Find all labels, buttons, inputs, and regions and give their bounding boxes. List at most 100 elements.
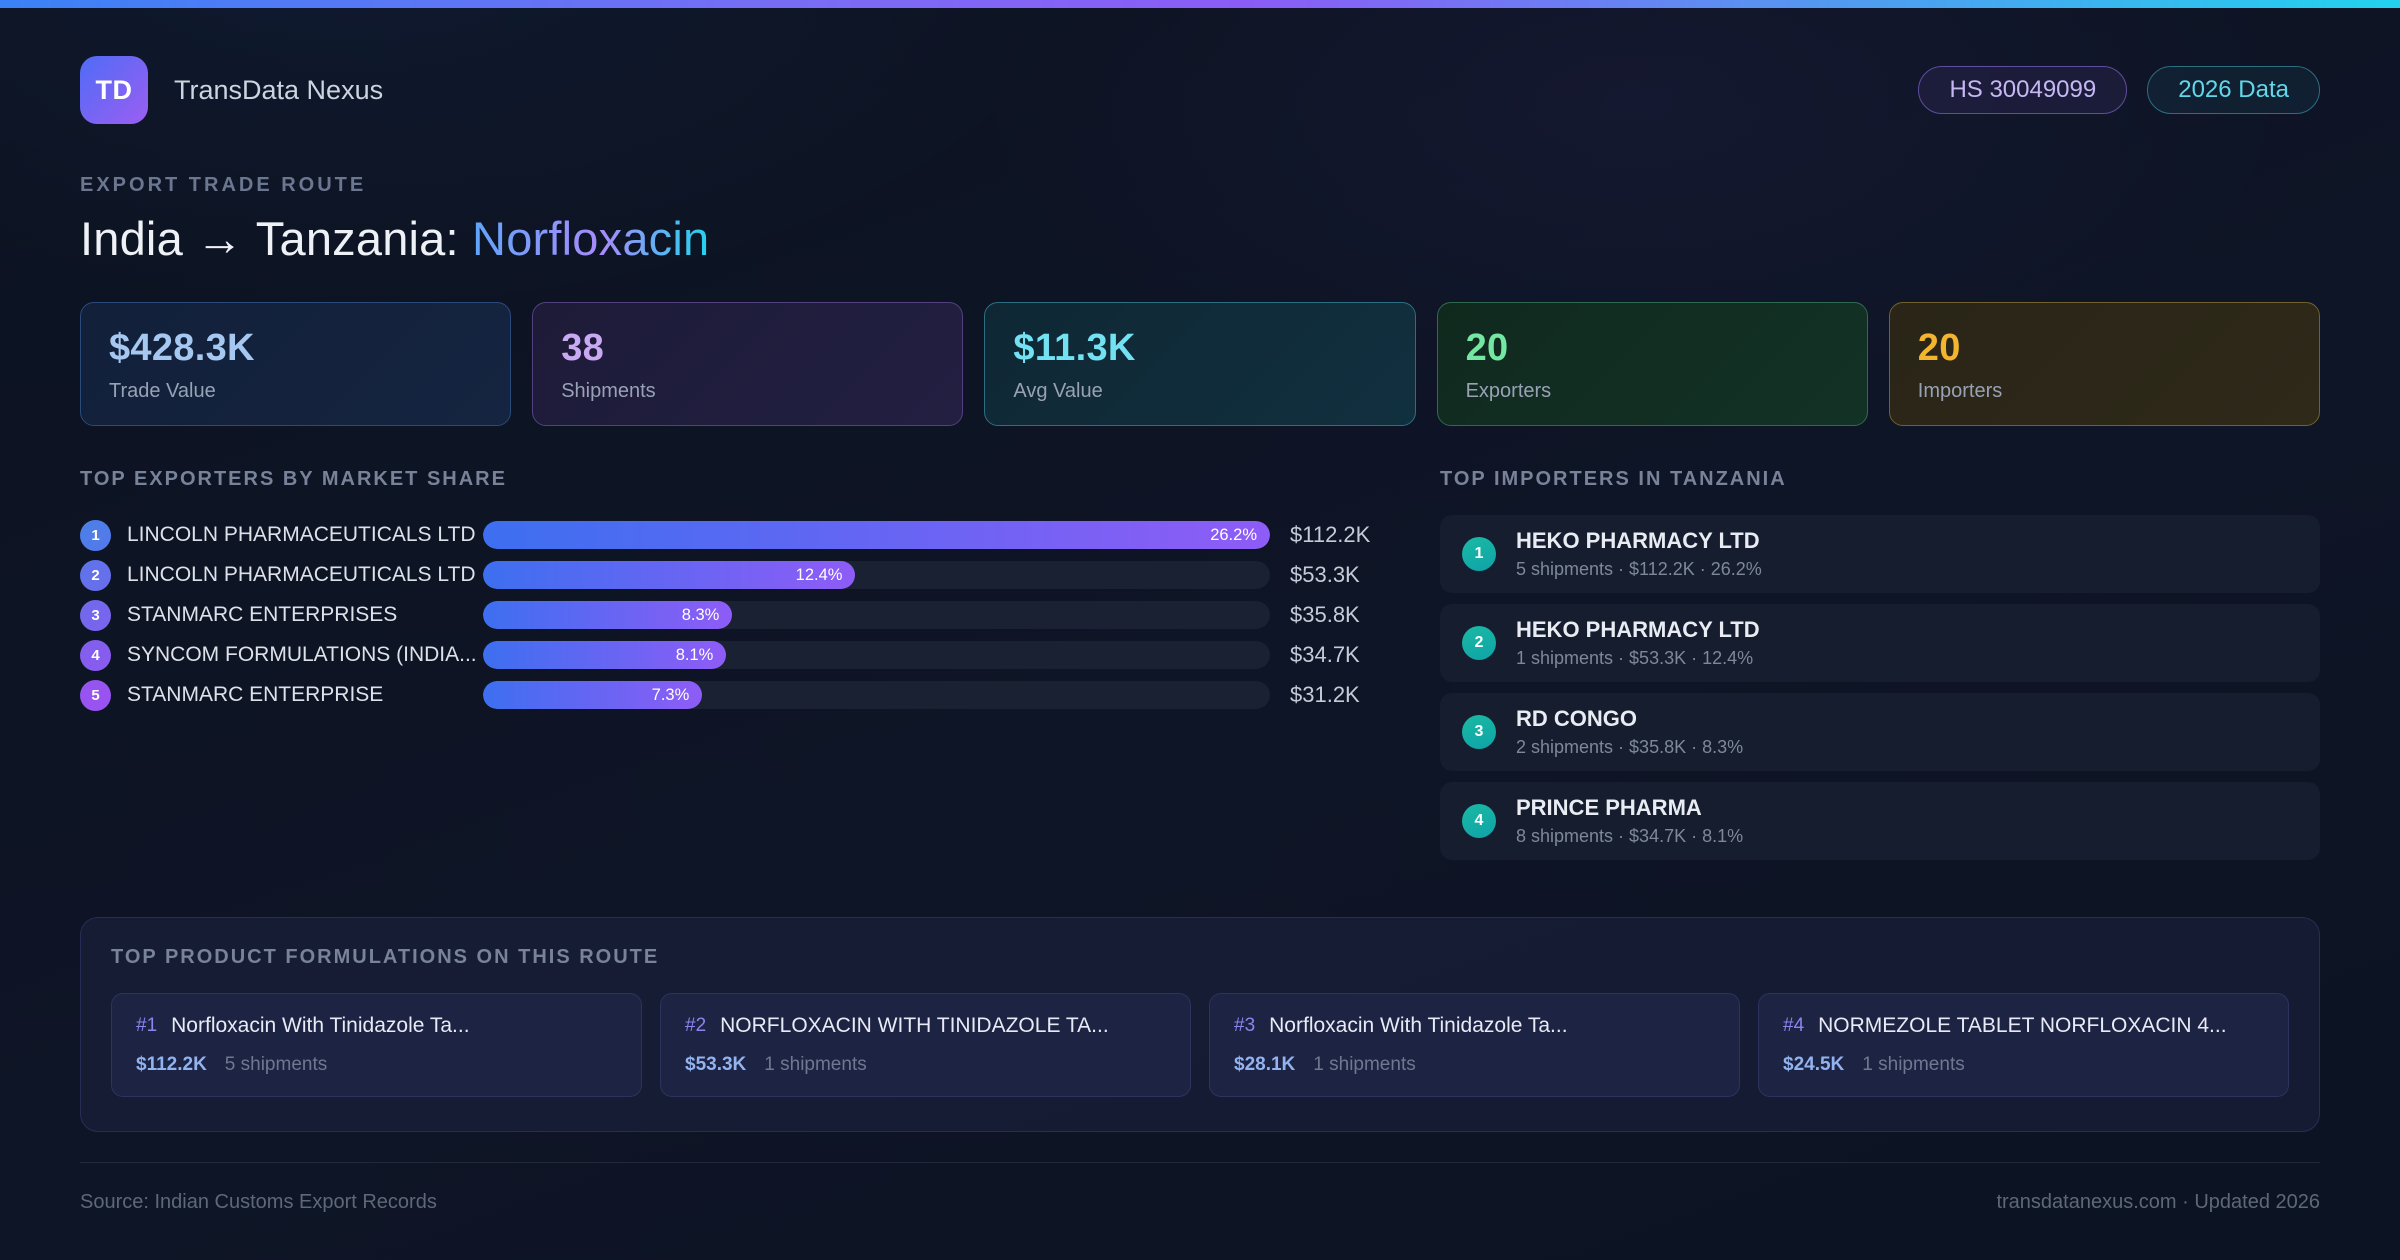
- exporter-value: $112.2K: [1290, 522, 1371, 547]
- importer-item[interactable]: 1 HEKO PHARMACY LTD 5 shipments · $112.2…: [1440, 515, 2320, 593]
- header-badges: HS 30049099 2026 Data: [1918, 66, 2320, 114]
- stat-cards: $428.3K Trade Value 38 Shipments $11.3K …: [80, 302, 2320, 426]
- importer-name: PRINCE PHARMA: [1516, 795, 1702, 820]
- product-name: Norfloxacin With Tinidazole Ta...: [1269, 1014, 1568, 1037]
- hs-code-badge[interactable]: HS 30049099: [1918, 66, 2128, 114]
- footer-site-link[interactable]: transdatanexus.com · Updated 2026: [1996, 1191, 2320, 1214]
- stat-card-trade-value: $428.3K Trade Value: [80, 302, 512, 426]
- exporters-section: TOP EXPORTERS BY MARKET SHARE 1 LINCOLN …: [80, 468, 1390, 871]
- market-share-bar-track: 8.3%: [483, 601, 1270, 629]
- stat-label: Shipments: [561, 380, 656, 402]
- importers-section: TOP IMPORTERS IN TANZANIA 1 HEKO PHARMAC…: [1440, 468, 2320, 871]
- rank-badge: 5: [80, 679, 111, 711]
- product-rank: #1: [136, 1015, 158, 1036]
- rank-badge: 4: [80, 639, 111, 671]
- top-accent-bar: [0, 0, 2400, 8]
- exporter-row[interactable]: 3 STANMARC ENTERPRISES 8.3% $35.8K: [80, 595, 1390, 635]
- product-name: NORMEZOLE TABLET NORFLOXACIN 4...: [1818, 1014, 2227, 1037]
- exporter-name: SYNCOM FORMULATIONS (INDIA...: [127, 643, 477, 666]
- eyebrow-label: EXPORT TRADE ROUTE: [80, 174, 367, 196]
- market-share-bar-track: 12.4%: [483, 561, 1270, 589]
- rank-badge: 4: [1462, 804, 1496, 838]
- page-title-product: Norfloxacin: [472, 212, 710, 265]
- footer-source: Source: Indian Customs Export Records: [80, 1191, 437, 1213]
- stat-label: Exporters: [1465, 380, 1552, 402]
- year-data-badge[interactable]: 2026 Data: [2147, 66, 2320, 114]
- importer-detail: 5 shipments · $112.2K · 26.2%: [1516, 559, 1762, 579]
- dashboard-page: TD TransData Nexus HS 30049099 2026 Data…: [0, 56, 2400, 1214]
- footer: Source: Indian Customs Export Records tr…: [80, 1162, 2320, 1214]
- product-value: $53.3K: [685, 1054, 747, 1075]
- importers-heading: TOP IMPORTERS IN TANZANIA: [1440, 468, 1787, 490]
- header: TD TransData Nexus HS 30049099 2026 Data: [80, 56, 2320, 124]
- product-rank: #3: [1234, 1015, 1256, 1036]
- stat-value: $428.3K: [109, 327, 255, 369]
- rank-badge: 2: [1462, 626, 1496, 660]
- rank-badge: 3: [1462, 715, 1496, 749]
- exporters-heading: TOP EXPORTERS BY MARKET SHARE: [80, 468, 507, 490]
- importer-name: HEKO PHARMACY LTD: [1516, 617, 1760, 642]
- stat-card-importers: 20 Importers: [1888, 302, 2320, 426]
- exporter-value: $53.3K: [1290, 562, 1360, 587]
- importer-name: RD CONGO: [1516, 706, 1637, 731]
- product-card[interactable]: #2 NORFLOXACIN WITH TINIDAZOLE TA... $53…: [660, 993, 1191, 1097]
- market-share-bar-track: 8.1%: [483, 641, 1270, 669]
- market-share-bar-fill: 12.4%: [483, 561, 856, 589]
- page-title: India → Tanzania: Norfloxacin: [80, 211, 2320, 266]
- stat-label: Avg Value: [1013, 380, 1103, 402]
- exporter-name: STANMARC ENTERPRISE: [127, 683, 384, 706]
- rank-badge: 2: [80, 559, 111, 591]
- product-name: NORFLOXACIN WITH TINIDAZOLE TA...: [720, 1014, 1109, 1037]
- share-percent-label: 7.3%: [651, 685, 690, 704]
- products-grid: #1 Norfloxacin With Tinidazole Ta... $11…: [111, 993, 2289, 1097]
- importer-detail: 1 shipments · $53.3K · 12.4%: [1516, 648, 1754, 668]
- stat-value: 20: [1465, 327, 1509, 369]
- stat-card-shipments: 38 Shipments: [532, 302, 964, 426]
- exporter-row[interactable]: 1 LINCOLN PHARMACEUTICALS LTD 26.2% $112…: [80, 515, 1390, 555]
- rank-badge: 3: [80, 599, 111, 631]
- product-card[interactable]: #3 Norfloxacin With Tinidazole Ta... $28…: [1209, 993, 1740, 1097]
- product-rank: #2: [685, 1015, 707, 1036]
- market-share-bar-fill: 26.2%: [483, 521, 1270, 549]
- importer-item[interactable]: 4 PRINCE PHARMA 8 shipments · $34.7K · 8…: [1440, 782, 2320, 860]
- market-share-bar-fill: 7.3%: [483, 681, 703, 709]
- products-panel: TOP PRODUCT FORMULATIONS ON THIS ROUTE #…: [80, 917, 2320, 1132]
- market-share-bar-track: 7.3%: [483, 681, 1270, 709]
- app-logo-monogram: TD: [95, 74, 133, 105]
- exporter-value: $34.7K: [1290, 642, 1360, 667]
- importer-item[interactable]: 2 HEKO PHARMACY LTD 1 shipments · $53.3K…: [1440, 604, 2320, 682]
- stat-label: Trade Value: [109, 380, 216, 402]
- product-value: $24.5K: [1783, 1054, 1845, 1075]
- share-percent-label: 26.2%: [1210, 525, 1257, 544]
- product-name: Norfloxacin With Tinidazole Ta...: [171, 1014, 470, 1037]
- share-percent-label: 12.4%: [795, 565, 843, 584]
- stat-value: 38: [561, 327, 605, 369]
- market-share-bar-track: 26.2%: [483, 521, 1270, 549]
- page-title-route: India → Tanzania:: [80, 212, 473, 265]
- product-shipments: 1 shipments: [1313, 1054, 1416, 1075]
- exporter-name: LINCOLN PHARMACEUTICALS LTD: [127, 563, 476, 586]
- product-card[interactable]: #4 NORMEZOLE TABLET NORFLOXACIN 4... $24…: [1758, 993, 2289, 1097]
- rank-badge: 1: [1462, 537, 1496, 571]
- market-share-bar-fill: 8.1%: [483, 641, 727, 669]
- product-rank: #4: [1783, 1015, 1805, 1036]
- exporter-value: $31.2K: [1290, 682, 1360, 707]
- exporter-name: LINCOLN PHARMACEUTICALS LTD: [127, 523, 476, 546]
- app-logo: TD: [80, 56, 148, 124]
- product-shipments: 1 shipments: [764, 1054, 867, 1075]
- importer-detail: 8 shipments · $34.7K · 8.1%: [1516, 826, 1744, 846]
- stat-value: 20: [1917, 327, 1961, 369]
- market-share-bar-fill: 8.3%: [483, 601, 733, 629]
- exporter-row[interactable]: 2 LINCOLN PHARMACEUTICALS LTD 12.4% $53.…: [80, 555, 1390, 595]
- stat-card-avg-value: $11.3K Avg Value: [984, 302, 1416, 426]
- rank-badge: 1: [80, 519, 111, 551]
- product-card[interactable]: #1 Norfloxacin With Tinidazole Ta... $11…: [111, 993, 642, 1097]
- exporter-row[interactable]: 5 STANMARC ENTERPRISE 7.3% $31.2K: [80, 675, 1390, 715]
- product-shipments: 1 shipments: [1862, 1054, 1965, 1075]
- exporter-row[interactable]: 4 SYNCOM FORMULATIONS (INDIA... 8.1% $34…: [80, 635, 1390, 675]
- stat-card-exporters: 20 Exporters: [1436, 302, 1868, 426]
- share-percent-label: 8.1%: [675, 645, 714, 664]
- stat-value: $11.3K: [1013, 327, 1136, 369]
- importer-item[interactable]: 3 RD CONGO 2 shipments · $35.8K · 8.3%: [1440, 693, 2320, 771]
- brand-name: TransData Nexus: [174, 74, 384, 105]
